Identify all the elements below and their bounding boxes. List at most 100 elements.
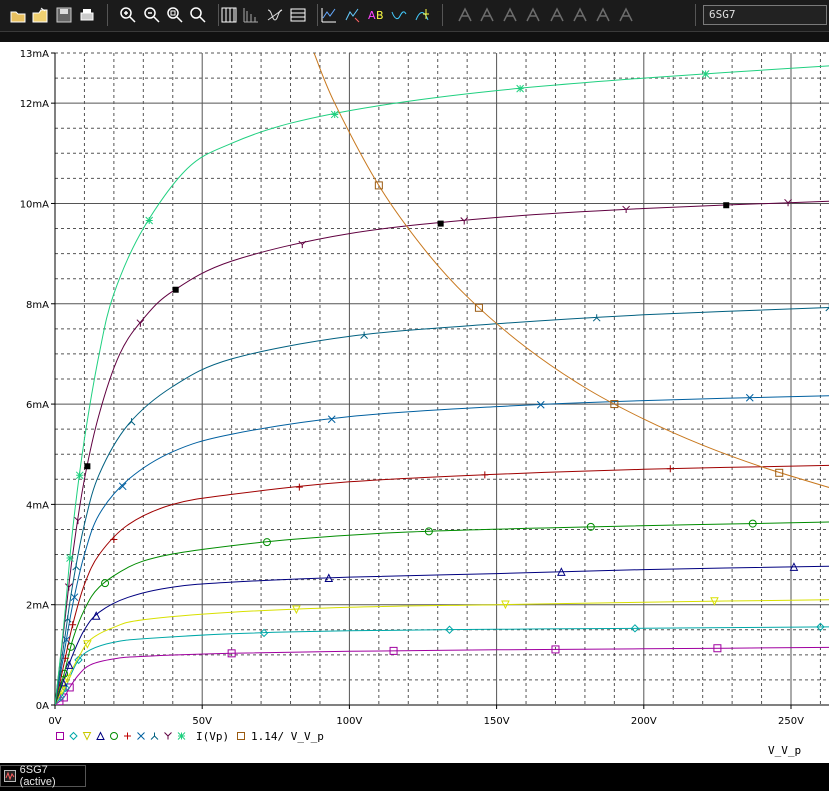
series-marker [66,554,74,562]
cursor-slope-icon [503,7,517,22]
simulation-select[interactable]: 6SG7 [703,5,827,25]
axis-settings-icon [290,8,306,22]
data-point-marker [84,463,91,470]
zoom-area-button[interactable] [165,5,185,25]
toolbar-separator [442,4,443,26]
series-marker [145,216,154,225]
window-tab-label: 6SG7 (active) [19,764,56,788]
fourier-icon [267,9,283,21]
cursor-max-icon [550,7,564,22]
legend-label-load: 1.14/ V_V_p [251,730,324,743]
cursor-point-icon [573,7,587,22]
cursor-min-icon [526,7,540,22]
toggle-cursor-button[interactable] [413,5,433,25]
legend-marker [124,732,131,740]
x-tick-label: 0V [48,716,61,727]
legend-marker [137,732,145,740]
legend-marker [96,731,105,740]
zoom-out-button[interactable] [142,5,162,25]
y-tick-label: 12mA [20,99,49,110]
open-folder-icon [10,11,26,23]
y-tick-label: 13mA [20,49,49,60]
axis-settings-button[interactable] [288,5,308,25]
print-icon [80,9,94,21]
y-tick-label: 6mA [26,400,49,411]
add-trace-button[interactable] [319,5,339,25]
print-button[interactable] [77,5,97,25]
open-folder-button[interactable] [8,5,28,25]
legend-marker [82,732,92,741]
series-marker [701,70,710,78]
open-file-button[interactable] [30,5,50,25]
add-plot-button[interactable] [342,5,362,25]
fourier-button[interactable] [265,5,285,25]
legend: I(Vp) 1.14/ V_V_p [56,730,324,743]
zoom-in-icon [120,7,136,23]
x-tick-label: 50V [192,716,212,727]
x-tick-labels: 0V 50V 100V 150V 200V 250V [48,705,804,727]
zoom-area-icon [167,7,183,23]
legend-marker [110,732,118,740]
toolbar-strip [0,32,829,42]
x-tick-label: 200V [631,716,657,727]
cursor-slope-button[interactable] [500,5,520,25]
toggle-grid-icon [221,7,237,23]
series-marker [516,84,525,93]
cursor-next-icon [619,7,633,22]
cursor-search-icon [596,7,610,22]
mark-data-points-icon [391,11,407,20]
legend-marker [150,732,159,740]
cursor-trough-button[interactable] [477,5,497,25]
label-icon: AB [368,9,384,22]
y-tick-label: 8mA [26,300,49,311]
cursor-max-button[interactable] [547,5,567,25]
window-tab[interactable]: 6SG7 (active) [0,764,86,788]
zoom-fit-button[interactable] [188,5,208,25]
x-tick-label: 250V [778,716,804,727]
series-marker [75,471,84,480]
zoom-fit-icon [190,7,206,23]
mark-data-points-button[interactable] [389,5,409,25]
cursor-min-button[interactable] [523,5,543,25]
svg-text:B: B [376,9,384,22]
y-tick-label: 10mA [20,199,49,210]
cursor-peak-button[interactable] [455,5,475,25]
legend-marker-load [237,732,245,740]
y-tick-label: 4mA [26,500,49,511]
add-plot-icon [345,8,360,23]
x-axis-label: V_V_p [768,744,801,757]
log-x-button[interactable] [241,5,261,25]
svg-text:A: A [368,9,376,22]
save-icon [56,7,72,23]
chart: 0V 50V 100V 150V 200V 250V 0A 2mA 4mA 6mA 8mA 10mA 1… [20,49,829,757]
y-tick-labels: 0A 2mA 4mA 6mA 8mA 10mA 12mA 13mA [20,49,55,712]
toolbar-separator [695,4,696,26]
toggle-grid-button[interactable] [219,5,239,25]
data-point-marker [437,220,444,227]
save-button[interactable] [54,5,74,25]
data-point-marker [172,286,179,293]
data-point-marker [723,202,730,209]
y-tick-label: 2mA [26,601,49,612]
label-button[interactable]: AB [366,5,386,25]
x-tick-label: 150V [484,716,510,727]
series-marker [330,110,339,119]
cursor-next-button[interactable] [616,5,636,25]
legend-marker [69,731,78,741]
legend-label-current: I(Vp) [196,730,229,743]
y-tick-label: 0A [36,701,49,712]
cursor-point-button[interactable] [570,5,590,25]
legend-marker [56,732,64,740]
add-trace-icon [321,8,336,23]
log-x-icon [243,8,258,23]
waveform-icon [4,770,16,782]
open-file-icon [32,7,48,23]
cursor-peak-icon [458,7,472,22]
legend-marker [177,732,186,740]
x-tick-label: 100V [336,716,362,727]
zoom-in-button[interactable] [118,5,138,25]
zoom-out-icon [144,7,160,23]
taskbar: 6SG7 (active) [0,763,829,791]
cursor-search-button[interactable] [593,5,613,25]
legend-marker [164,732,172,740]
